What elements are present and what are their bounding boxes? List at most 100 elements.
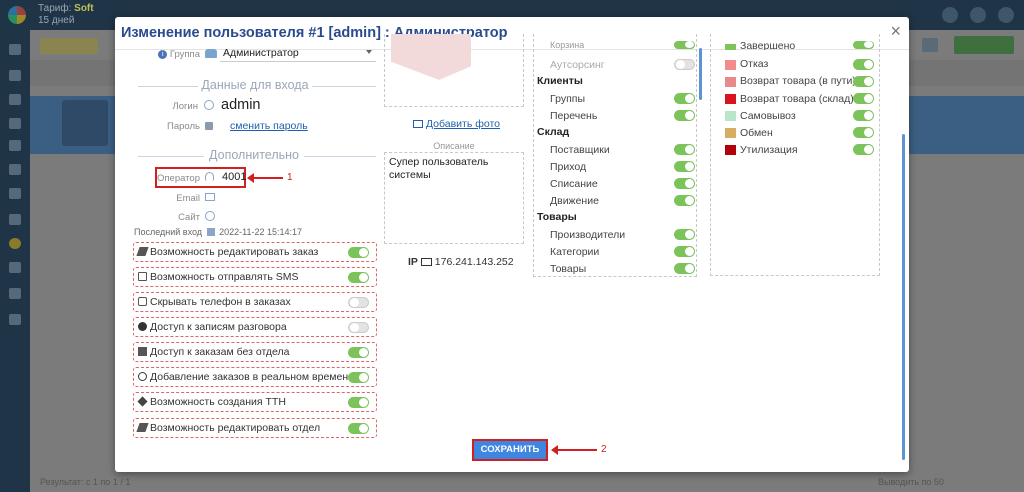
group-select-value: Администратор: [223, 47, 299, 59]
rights-toggle[interactable]: [674, 161, 695, 172]
permission-toggle[interactable]: [348, 423, 369, 434]
rights-toggle[interactable]: [674, 195, 695, 206]
permission-toggle[interactable]: [348, 347, 369, 358]
permission-toggle[interactable]: [348, 247, 369, 258]
description-field[interactable]: Супер пользователь системы: [384, 152, 524, 244]
status-label: Возврат товара (склад): [740, 93, 854, 105]
bg-avatar: [62, 100, 108, 146]
permission-label: Скрывать телефон в заказах: [150, 296, 291, 308]
status-swatch: [725, 60, 736, 70]
rights-item: Группы: [550, 93, 585, 105]
info-icon[interactable]: [9, 262, 21, 273]
rights-toggle[interactable]: [674, 178, 695, 189]
rights-toggle[interactable]: [674, 229, 695, 240]
permission-toggle[interactable]: [348, 372, 369, 383]
site-field[interactable]: [220, 207, 376, 223]
ip-value: 176.241.143.252: [434, 256, 514, 268]
rights-toggle[interactable]: [674, 41, 695, 49]
permission-toggle[interactable]: [348, 272, 369, 283]
permission-label: Возможность отправлять SMS: [150, 271, 299, 283]
description-value: Супер пользователь системы: [389, 156, 489, 181]
status-toggle[interactable]: [853, 59, 874, 70]
truck-icon[interactable]: [9, 164, 21, 175]
status-swatch: [725, 128, 736, 138]
save-button[interactable]: СОХРАНИТЬ: [472, 439, 548, 461]
change-password-link[interactable]: сменить пароль: [230, 120, 308, 132]
monitor-icon[interactable]: [9, 44, 21, 55]
status-toggle[interactable]: [853, 93, 874, 104]
status-toggle[interactable]: [853, 127, 874, 138]
email-label: Email: [176, 193, 200, 204]
rights-toggle[interactable]: [674, 263, 695, 274]
inbox-icon[interactable]: [9, 140, 21, 151]
rights-toggle[interactable]: [674, 144, 695, 155]
email-field[interactable]: [220, 188, 376, 204]
users-icon[interactable]: [9, 288, 21, 299]
rights-item-partial: Корзина: [550, 40, 585, 50]
lock-icon: [205, 122, 213, 130]
permission-label: Доступ к записям разговора: [150, 321, 287, 333]
chart-icon[interactable]: [9, 214, 21, 225]
permission-row[interactable]: Доступ к заказам без отдела: [133, 342, 377, 362]
modal-scrollbar[interactable]: [902, 134, 905, 460]
clock-icon: [138, 372, 147, 381]
logout-icon[interactable]: [998, 7, 1014, 23]
envelope-icon: [205, 193, 215, 201]
permission-row[interactable]: Возможность отправлять SMS: [133, 267, 377, 287]
photo-area[interactable]: [384, 34, 524, 107]
status-toggle[interactable]: [853, 41, 874, 49]
archive-icon[interactable]: [9, 94, 21, 105]
camera-icon[interactable]: [9, 314, 21, 325]
permission-row[interactable]: Добавление заказов в реальном времени: [133, 367, 377, 387]
permission-toggle[interactable]: [348, 297, 369, 308]
permission-row[interactable]: Возможность редактировать заказ: [133, 242, 377, 262]
permission-toggle[interactable]: [348, 322, 369, 333]
orders-icon[interactable]: [9, 70, 21, 81]
section-line: [138, 156, 204, 157]
info-circle-icon: i: [158, 49, 168, 59]
status-toggle[interactable]: [853, 110, 874, 121]
desktop-icon: [420, 258, 432, 266]
annotation-number-1: 1: [287, 172, 293, 183]
status-label: Самовывоз: [740, 110, 796, 122]
rights-toggle[interactable]: [674, 110, 695, 121]
permission-label: Возможность создания ТТН: [150, 396, 286, 408]
add-photo-link[interactable]: Добавить фото: [413, 118, 500, 130]
rights-toggle[interactable]: [674, 93, 695, 104]
rights-category-goods: Товары: [537, 211, 577, 223]
status-toggle[interactable]: [853, 76, 874, 87]
permission-row[interactable]: Скрывать телефон в заказах: [133, 292, 377, 312]
caret-down-icon: [366, 50, 372, 54]
rights-item: Товары: [550, 263, 587, 275]
status-label: Отказ: [740, 58, 769, 70]
status-toggle[interactable]: [853, 144, 874, 155]
operator-field[interactable]: 4001: [222, 171, 246, 183]
user-icon[interactable]: [942, 7, 958, 23]
bg-highlight-button[interactable]: [40, 38, 98, 54]
pencil-icon: [136, 247, 149, 256]
close-icon[interactable]: ×: [890, 21, 901, 42]
permission-toggle[interactable]: [348, 397, 369, 408]
site-label: Сайт: [178, 212, 200, 223]
permission-row[interactable]: Доступ к записям разговора: [133, 317, 377, 337]
group-select[interactable]: Администратор: [220, 44, 376, 62]
permission-row[interactable]: Возможность редактировать отдел: [133, 418, 377, 438]
status-label: Обмен: [740, 127, 773, 139]
headset-icon: [205, 172, 214, 181]
password-label: Пароль: [167, 121, 200, 132]
document-icon[interactable]: [9, 118, 21, 129]
megaphone-icon[interactable]: [9, 188, 21, 199]
group-label: Группа: [169, 49, 200, 60]
camera-placeholder-icon: [391, 34, 471, 80]
bg-view-button[interactable]: [922, 38, 938, 52]
status-label: Утилизация: [740, 144, 798, 156]
section-line: [312, 86, 376, 87]
rights-scrollbar[interactable]: [699, 48, 702, 100]
coin-icon[interactable]: [9, 238, 21, 249]
login-field[interactable]: admin: [221, 97, 261, 113]
rights-toggle[interactable]: [674, 246, 695, 257]
rights-toggle[interactable]: [674, 59, 695, 70]
bell-icon[interactable]: [970, 7, 986, 23]
bg-add-button[interactable]: [954, 36, 1014, 54]
permission-row[interactable]: Возможность создания ТТН: [133, 392, 377, 412]
